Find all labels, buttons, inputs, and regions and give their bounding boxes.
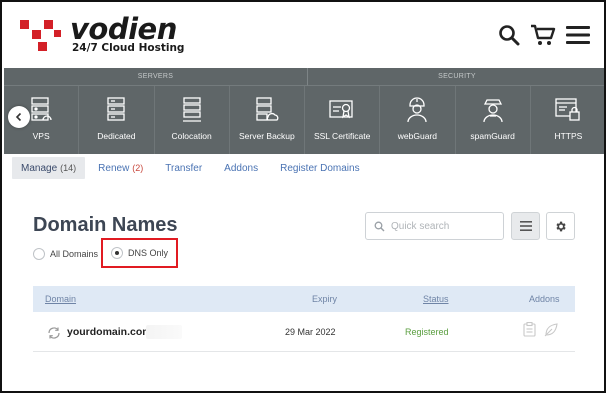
screenshot-frame: vodien 24/7 Cloud Hosting SERVERS SECURI… xyxy=(0,0,606,393)
security-heading: SECURITY xyxy=(307,68,604,86)
table-header: Domain Expiry Status Addons xyxy=(33,286,575,312)
category-label: Dedicated xyxy=(97,131,136,141)
list-icon xyxy=(519,221,532,231)
tab-label: Register Domains xyxy=(280,162,360,174)
product-category-bar: SERVERS SECURITY VPS Dedicated Colocatio… xyxy=(4,68,604,154)
ssl-certificate-icon xyxy=(329,100,353,119)
status-badge: Registered xyxy=(405,327,449,337)
tab-label: Manage xyxy=(21,162,58,174)
domain-tabs: Manage (14) Renew (2) Transfer Addons Re… xyxy=(12,157,373,179)
vps-server-icon xyxy=(31,97,52,121)
leaf-icon[interactable] xyxy=(544,323,558,337)
dedicated-server-icon xyxy=(107,97,126,121)
filter-all-domains[interactable]: All Domains xyxy=(33,248,98,260)
category-colocation[interactable]: Colocation xyxy=(155,86,230,154)
redacted-area xyxy=(146,325,182,339)
tab-manage[interactable]: Manage (14) xyxy=(12,157,86,179)
column-expiry: Expiry xyxy=(312,294,338,304)
chevron-left-icon xyxy=(15,112,22,122)
logo-tagline: 24/7 Cloud Hosting xyxy=(72,42,185,54)
cart-icon[interactable] xyxy=(530,23,556,47)
domain-filter: All Domains xyxy=(33,246,98,262)
radio-button-selected[interactable] xyxy=(111,247,123,259)
colocation-icon xyxy=(182,97,201,122)
radio-button[interactable] xyxy=(33,248,45,260)
category-label: HTTPS xyxy=(554,131,583,141)
column-domain[interactable]: Domain xyxy=(45,294,76,304)
category-webguard[interactable]: webGuard xyxy=(380,86,456,154)
filter-dns-only[interactable]: DNS Only xyxy=(111,247,168,259)
carousel-prev-button[interactable] xyxy=(8,106,30,128)
servers-heading: SERVERS xyxy=(4,68,307,86)
tab-renew[interactable]: Renew (2) xyxy=(89,157,152,179)
settings-button[interactable] xyxy=(546,212,575,240)
category-items: VPS Dedicated Colocation Server Backup S… xyxy=(4,86,604,154)
header-icons xyxy=(498,20,590,50)
site-header: vodien 24/7 Cloud Hosting xyxy=(4,4,604,68)
tab-label: Addons xyxy=(224,162,259,174)
tab-transfer[interactable]: Transfer xyxy=(156,157,211,179)
radio-label: All Domains xyxy=(50,249,99,259)
category-label: SSL Certificate xyxy=(313,131,371,141)
page-title: Domain Names xyxy=(33,214,178,236)
logo-wordmark: vodien xyxy=(70,12,177,46)
tab-addons[interactable]: Addons xyxy=(215,157,267,179)
category-label: spamGuard xyxy=(470,131,515,141)
category-label: Server Backup xyxy=(239,131,295,141)
tab-register-domains[interactable]: Register Domains xyxy=(271,157,368,179)
list-view-button[interactable] xyxy=(511,212,540,240)
webguard-icon xyxy=(407,97,428,123)
table-row: yourdomain.com 29 Mar 2022 Registered xyxy=(33,316,575,352)
search-input[interactable] xyxy=(391,220,491,232)
category-https[interactable]: HTTPS xyxy=(531,86,604,154)
column-addons: Addons xyxy=(529,294,560,304)
spamguard-icon xyxy=(482,99,503,123)
column-status[interactable]: Status xyxy=(423,294,449,304)
gear-icon xyxy=(556,221,566,231)
tab-label: Transfer xyxy=(165,162,203,174)
clipboard-icon[interactable] xyxy=(523,322,536,337)
tab-count: (2) xyxy=(132,163,144,173)
server-backup-icon xyxy=(256,97,279,121)
category-label: VPS xyxy=(32,131,50,141)
category-label: Colocation xyxy=(171,131,212,141)
category-label: webGuard xyxy=(397,131,437,141)
tab-count: (14) xyxy=(60,163,77,173)
tab-label: Renew xyxy=(98,162,130,174)
search-icon xyxy=(374,221,385,231)
category-server-backup[interactable]: Server Backup xyxy=(230,86,305,154)
radio-label: DNS Only xyxy=(128,248,169,258)
category-ssl-certificate[interactable]: SSL Certificate xyxy=(305,86,381,154)
domain-name[interactable]: yourdomain.com xyxy=(67,326,152,338)
vodien-logo[interactable]: vodien 24/7 Cloud Hosting xyxy=(18,12,188,60)
https-icon xyxy=(555,98,581,121)
sync-icon xyxy=(48,327,60,339)
search-icon[interactable] xyxy=(498,24,520,46)
menu-icon[interactable] xyxy=(566,25,590,45)
expiry-date: 29 Mar 2022 xyxy=(285,327,336,337)
logo-mark-icon xyxy=(20,20,61,51)
quick-search[interactable] xyxy=(365,212,504,240)
category-spamguard[interactable]: spamGuard xyxy=(456,86,531,154)
category-dedicated[interactable]: Dedicated xyxy=(79,86,155,154)
